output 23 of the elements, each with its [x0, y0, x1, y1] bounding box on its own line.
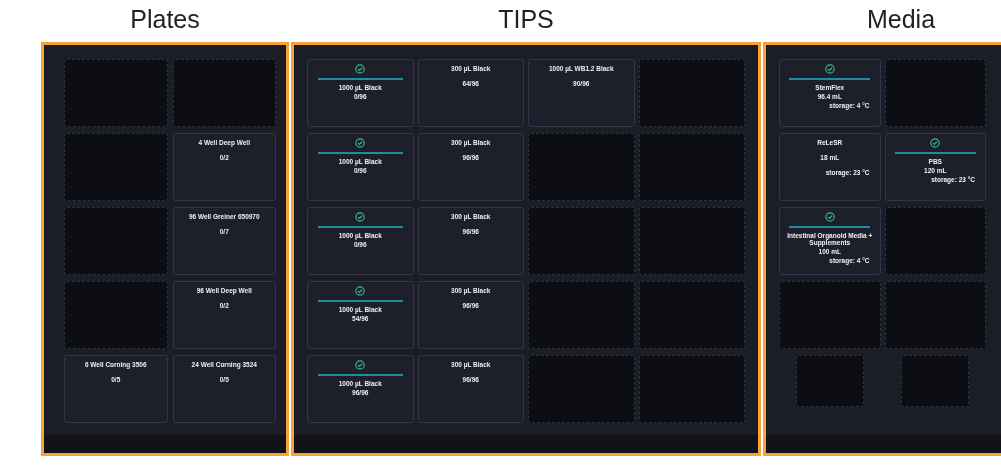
empty-slot[interactable]: [638, 281, 745, 349]
empty-slot[interactable]: [884, 207, 986, 275]
empty-slot[interactable]: [884, 281, 986, 349]
empty-slot[interactable]: [64, 207, 168, 275]
empty-slot[interactable]: [638, 355, 745, 423]
empty-slot[interactable]: [638, 207, 745, 275]
empty-slot[interactable]: [795, 355, 864, 407]
empty-slot[interactable]: [884, 59, 986, 127]
empty-slot[interactable]: [528, 281, 635, 349]
empty-slot[interactable]: [638, 133, 745, 201]
empty-slot[interactable]: [64, 281, 168, 349]
empty-slot[interactable]: [528, 355, 635, 423]
empty-slot[interactable]: [172, 59, 276, 127]
section-title: Plates: [130, 4, 200, 35]
empty-slot[interactable]: [528, 207, 635, 275]
empty-slot[interactable]: [64, 133, 168, 201]
empty-slot[interactable]: [528, 133, 635, 201]
empty-slot[interactable]: [779, 281, 881, 349]
section-title: Media: [866, 4, 936, 35]
empty-slot[interactable]: [64, 59, 168, 127]
empty-slot[interactable]: [638, 59, 745, 127]
section-title: TIPS: [498, 4, 554, 35]
empty-slot[interactable]: [901, 355, 970, 407]
